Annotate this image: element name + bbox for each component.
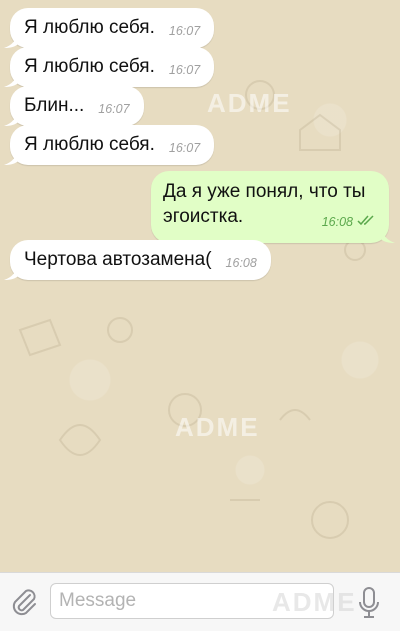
bubble-tail [4, 71, 18, 87]
bubble-tail [4, 264, 18, 280]
paperclip-icon[interactable] [10, 587, 38, 622]
watermark: ADME [175, 412, 260, 442]
message-text: Я люблю себя. [24, 56, 155, 77]
message-text: Я люблю себя. [24, 17, 155, 38]
bubble-tail [4, 110, 18, 126]
microphone-icon[interactable] [357, 587, 381, 624]
message-time: 16:08 [321, 215, 353, 229]
message-bubble-incoming[interactable]: Блин... 16:07 [4, 86, 144, 126]
message-bubble-incoming[interactable]: Я люблю себя. 16:07 [4, 47, 215, 87]
message-text: Чертова автозамена( [24, 249, 212, 270]
message-bubble-incoming[interactable]: Чертова автозамена( 16:08 [4, 240, 271, 280]
watermark: ADME [272, 587, 357, 617]
bubble-tail [4, 149, 18, 165]
bubble-tail [381, 227, 395, 243]
message-bubble-incoming[interactable]: Я люблю себя. 16:07 [4, 125, 215, 165]
message-time: 16:08 [225, 256, 257, 270]
message-time: 16:07 [168, 141, 201, 155]
message-time: 16:07 [168, 24, 201, 38]
double-check-icon [357, 215, 374, 226]
message-text: Я люблю себя. [24, 134, 155, 155]
message-text: Блин... [24, 95, 85, 116]
watermark: ADME [207, 88, 292, 118]
message-composer: ADME [0, 572, 400, 631]
message-bubble-outgoing[interactable]: Да я уже понял, что ты эгоистка. 16:08 [151, 171, 395, 243]
message-bubble-incoming[interactable]: Я люблю себя. 16:07 [4, 8, 215, 48]
message-time: 16:07 [98, 102, 130, 116]
bubble-tail [4, 32, 18, 48]
chat-area: ADME ADME Я люблю себя. 16:07 Я люблю себ… [0, 0, 400, 572]
message-time: 16:07 [168, 63, 201, 77]
